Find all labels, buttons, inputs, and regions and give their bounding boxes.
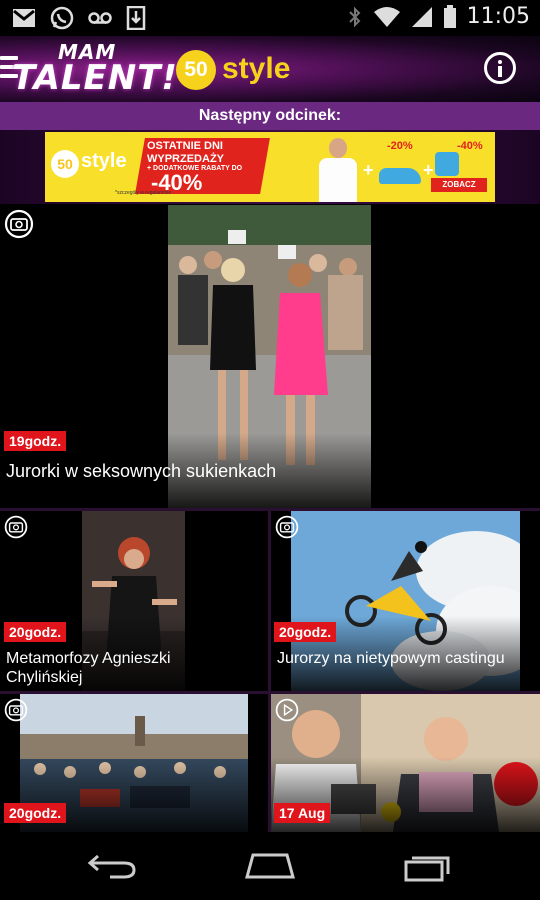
article-title: Jurorki w seksownych sukienkach (6, 461, 277, 481)
ad-line-2: WYPRZEDAŻY (147, 153, 224, 165)
ad-logo-badge: 50 (51, 150, 79, 178)
whatsapp-icon (50, 6, 74, 30)
voicemail-icon (88, 12, 112, 24)
sponsor-50-badge: 50 (176, 50, 216, 90)
app-header: MAM TALENT! 50 style (0, 36, 540, 102)
time-badge: 20godz. (274, 622, 337, 642)
play-icon (275, 698, 299, 722)
wifi-icon (373, 6, 400, 27)
ad-banner[interactable]: 50 style OSTATNIE DNI WYPRZEDAŻY + DODAT… (45, 132, 495, 202)
next-episode-label: Następny odcinek: (198, 107, 342, 124)
gmail-icon (13, 9, 35, 27)
ad-discount-2: -40% (457, 140, 483, 152)
article-title: Metamorfozy Agnieszki Chylińskiej (6, 650, 171, 686)
time-badge: 20godz. (4, 622, 67, 642)
ad-footnote: *szczegóły w regulaminie (115, 190, 172, 196)
recents-icon[interactable] (402, 850, 454, 882)
back-icon[interactable] (86, 852, 138, 880)
ad-plus-sign: + (363, 160, 374, 180)
time-badge: 19godz. (4, 431, 67, 451)
battery-icon (443, 4, 456, 28)
info-icon[interactable] (484, 52, 516, 84)
sponsor-style-text: style (222, 52, 291, 85)
download-icon (126, 6, 146, 30)
photo-gallery-icon (275, 515, 299, 539)
photo-gallery-icon (4, 209, 34, 239)
ad-tshirt-image (435, 152, 459, 176)
article-tile[interactable]: 20godz. Metamorfozy Agnieszki Chylińskie… (0, 511, 268, 691)
photo-gallery-icon (4, 698, 28, 722)
article-tile[interactable]: 17 Aug (271, 694, 540, 832)
photo-gallery-icon (4, 515, 28, 539)
article-title: Jurorzy na nietypowym castingu (277, 650, 505, 667)
signal-icon (411, 6, 432, 27)
ad-discount-1: -20% (387, 140, 413, 152)
status-bar: 11:05 (0, 0, 540, 36)
time-badge: 17 Aug (274, 803, 331, 823)
ad-cta-button[interactable]: ZOBACZ (431, 178, 487, 192)
clock-time: 11:05 (466, 4, 530, 29)
next-episode-bar: Następny odcinek: (0, 102, 540, 130)
ad-model-image (317, 138, 359, 202)
article-tile[interactable]: 20godz. (0, 694, 268, 832)
article-tile[interactable]: 20godz. Jurorzy na nietypowym castingu (271, 511, 540, 691)
bluetooth-icon (348, 6, 361, 27)
ad-line-1: OSTATNIE DNI (147, 140, 223, 152)
logo-talent-text: TALENT! (12, 58, 178, 98)
system-nav-bar (0, 832, 540, 900)
ad-shoe-image (379, 168, 421, 184)
ad-logo-text: style (81, 150, 127, 172)
ad-area: 50 style OSTATNIE DNI WYPRZEDAŻY + DODAT… (0, 130, 540, 204)
home-icon[interactable] (244, 852, 296, 880)
article-tile[interactable]: 19godz. Jurorki w seksownych sukienkach (0, 205, 540, 508)
time-badge: 20godz. (4, 803, 67, 823)
